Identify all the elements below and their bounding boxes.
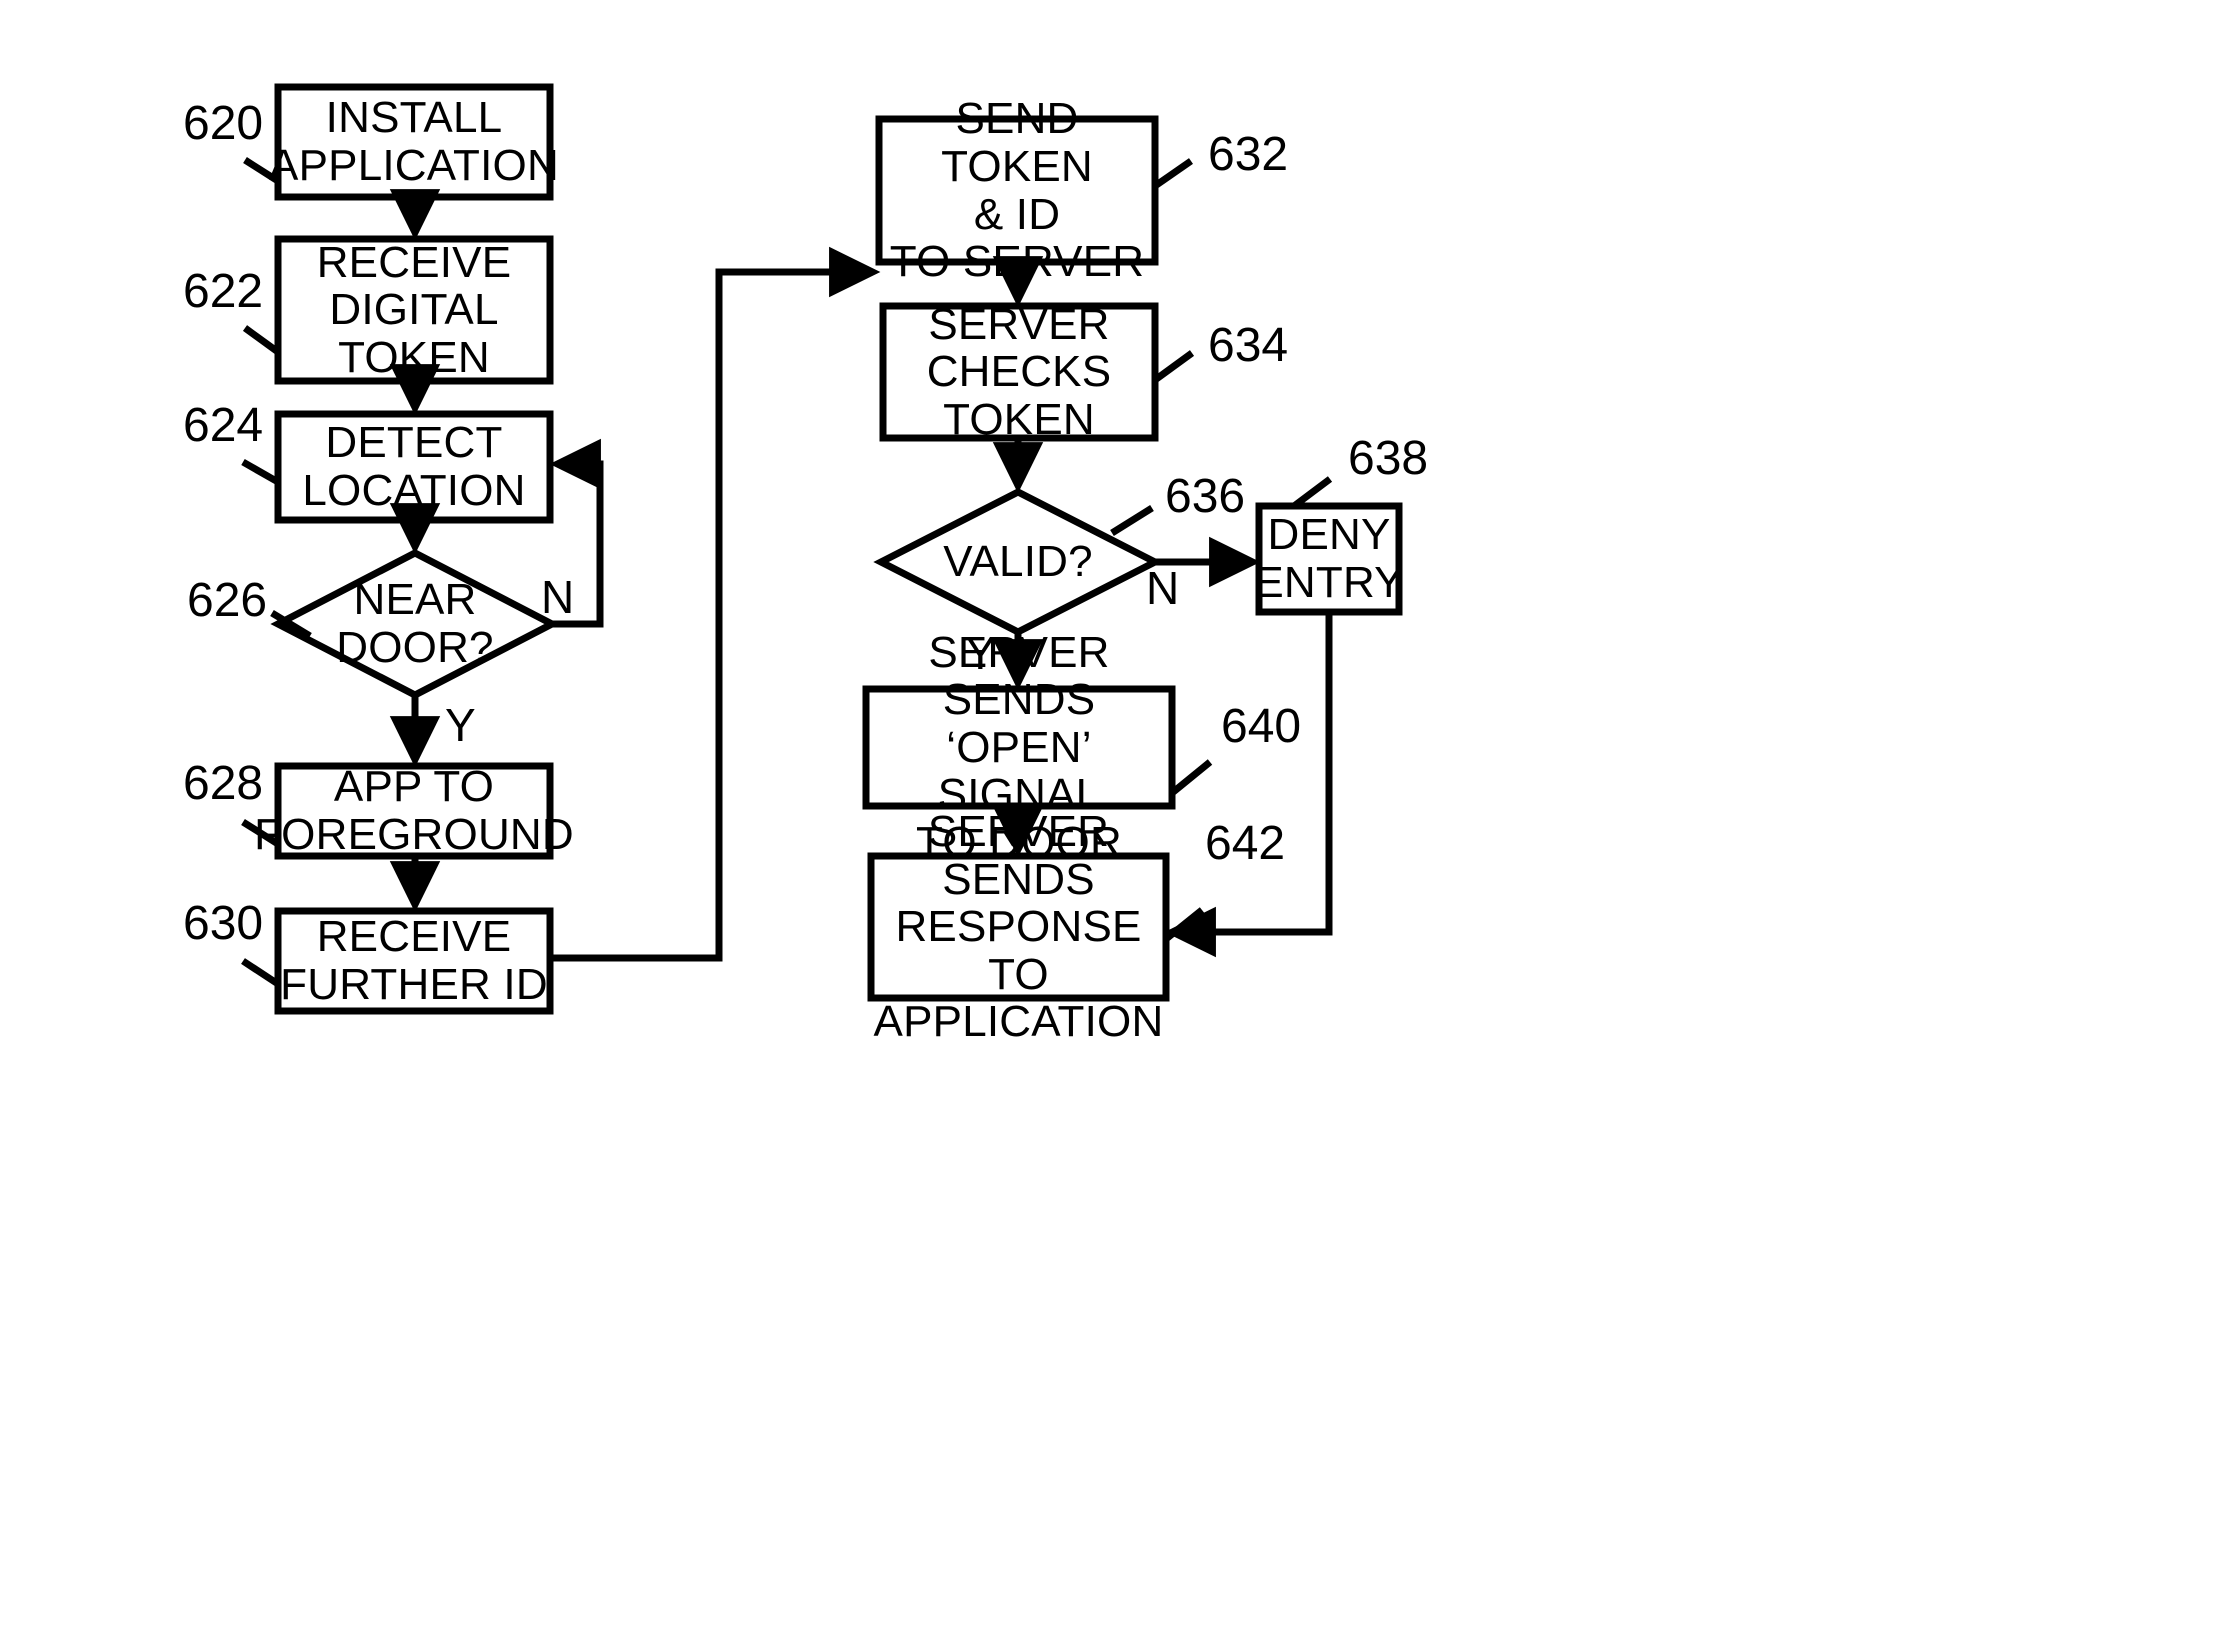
- node-640-shape: [862, 685, 1176, 810]
- leader-628: [241, 819, 280, 847]
- ref-number-634: 634: [1208, 319, 1289, 372]
- leader-624: [241, 458, 280, 486]
- branch-label-near-door-yes: Y: [445, 699, 476, 751]
- leader-622: [242, 325, 281, 355]
- node-626-shape: [270, 549, 560, 699]
- node-636-shape: [873, 488, 1163, 636]
- ref-number-628: 628: [183, 757, 264, 810]
- branch-label-near-door-no: N: [541, 571, 575, 623]
- node-634-shape: [879, 302, 1159, 442]
- ref-number-632: 632: [1208, 128, 1289, 181]
- figure-canvas: INSTALL APPLICATION RECEIVE DIGITAL TOKE…: [0, 0, 2224, 1628]
- leader-634: [1152, 350, 1195, 383]
- node-628-shape: [274, 762, 554, 860]
- ref-number-620: 620: [183, 97, 264, 150]
- ref-number-638: 638: [1348, 432, 1429, 485]
- ref-number-624: 624: [183, 399, 264, 452]
- ref-number-636: 636: [1165, 470, 1246, 523]
- leader-632: [1153, 158, 1193, 189]
- node-630-shape: [274, 907, 554, 1015]
- leader-630: [241, 958, 280, 987]
- leader-620: [243, 157, 280, 184]
- node-642-shape: [867, 852, 1170, 1002]
- branch-label-valid-yes: Y: [965, 627, 996, 679]
- ref-number-630: 630: [183, 897, 264, 950]
- branch-label-valid-no: N: [1146, 562, 1180, 614]
- node-632-shape: [875, 115, 1159, 266]
- node-638-shape: [1255, 502, 1403, 616]
- leader-640: [1169, 759, 1213, 796]
- ref-number-622: 622: [183, 265, 264, 318]
- leader-638: [1291, 476, 1333, 509]
- ref-number-642: 642: [1205, 817, 1286, 870]
- node-624-shape: [274, 410, 554, 524]
- flowchart-graphics: [241, 83, 1403, 1015]
- leader-636: [1110, 505, 1154, 536]
- node-622-shape: [274, 235, 554, 385]
- node-620-shape: [274, 83, 554, 201]
- ref-number-626: 626: [187, 574, 268, 627]
- ref-number-640: 640: [1221, 700, 1302, 753]
